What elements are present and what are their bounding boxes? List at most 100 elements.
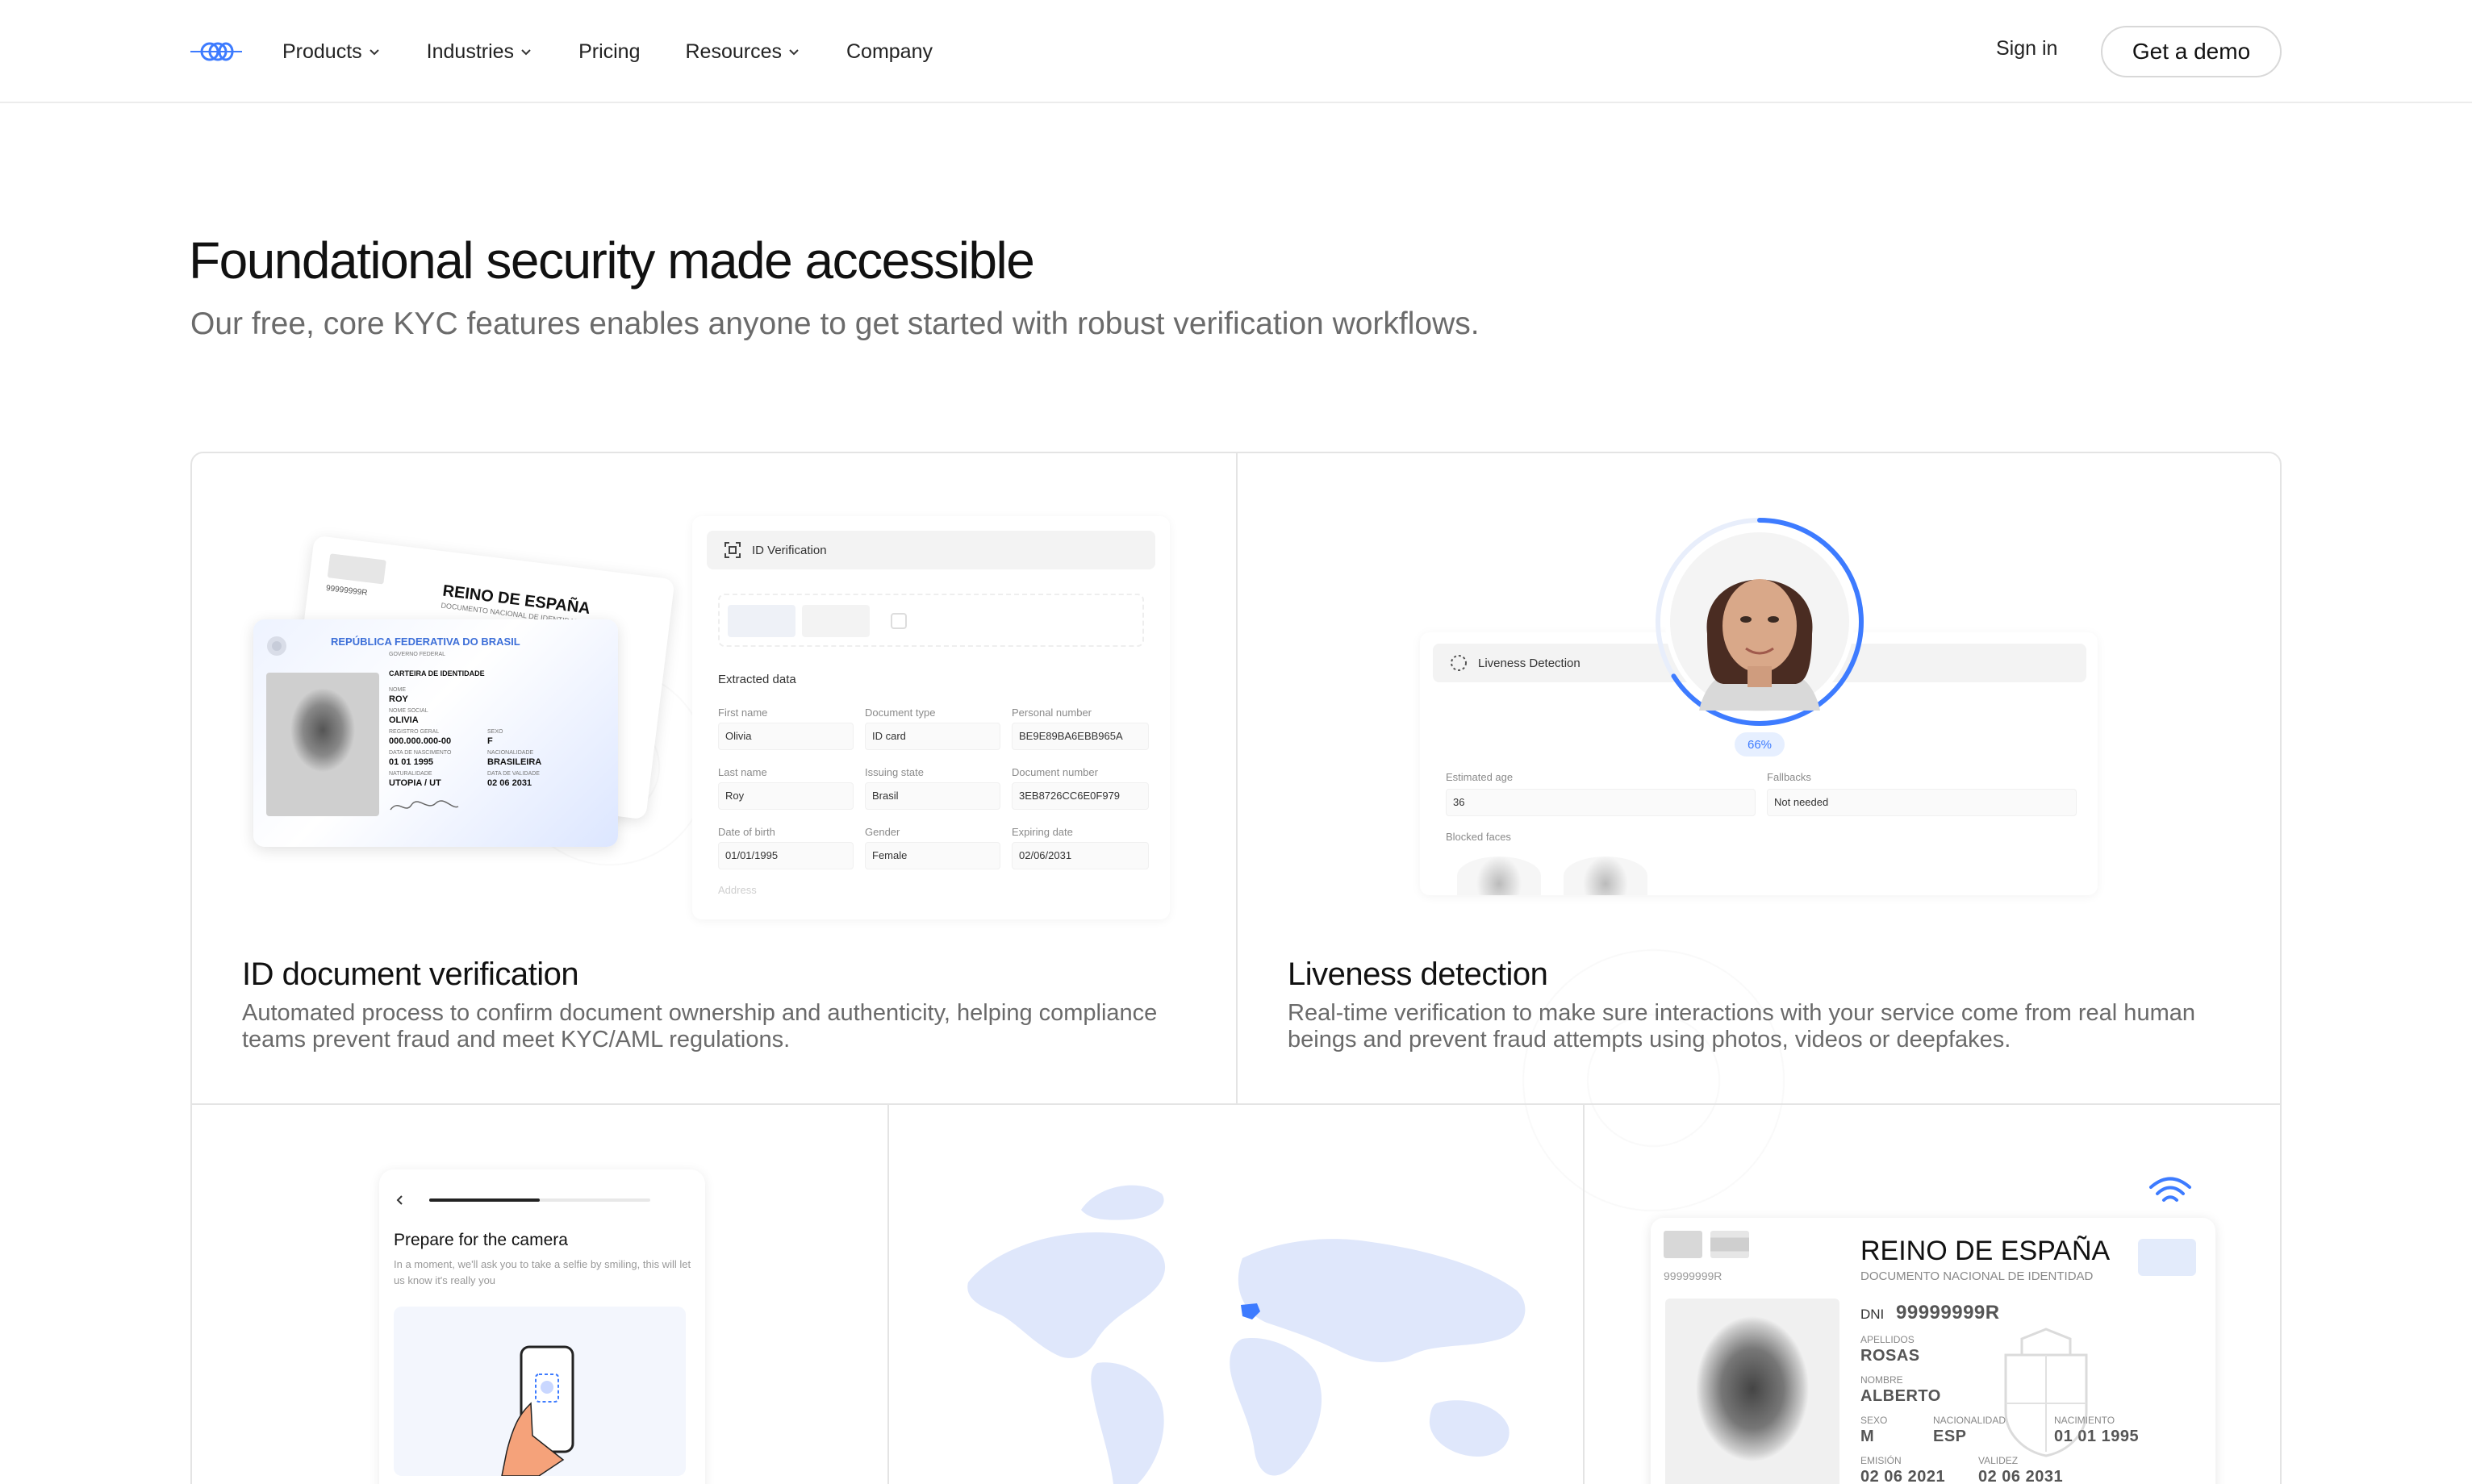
nav-products-label: Products <box>282 40 362 63</box>
estimated-age-label: Estimated age <box>1446 771 1514 783</box>
extracted-data-heading: Extracted data <box>718 673 796 686</box>
document-number-value: 3EB8726CC6E0F979 <box>1012 782 1149 810</box>
liveness-progress-badge: 66% <box>1735 732 1785 757</box>
nombre-label: NOMBRE <box>1860 1374 1903 1386</box>
thumbnail-back[interactable] <box>802 605 870 637</box>
field-value: F <box>487 736 493 746</box>
nav-pricing-label: Pricing <box>578 40 641 63</box>
face-photo <box>1699 579 1820 711</box>
field-label: NOME SOCIAL <box>389 708 428 714</box>
card-number: 99999999R <box>1664 1269 1722 1282</box>
field-label: DATA DE NASCIMENTO <box>389 750 452 756</box>
spain-dni-card: 99999999R REINO DE ESPAÑA DOCUMENTO NACI… <box>1651 1218 2215 1484</box>
sexo-value: M <box>1860 1428 1875 1445</box>
nav-pricing[interactable]: Pricing <box>578 40 640 64</box>
phone-hand-icon <box>501 1345 574 1476</box>
coat-of-arms-icon <box>2004 1328 2088 1457</box>
brazil-id-card: REPÚBLICA FEDERATIVA DO BRASIL GOVERNO F… <box>253 619 618 847</box>
nav-products[interactable]: Products <box>282 40 382 64</box>
emision-label: EMISIÓN <box>1860 1455 1902 1466</box>
blocked-face-thumbnail[interactable] <box>1564 857 1647 895</box>
nombre-value: ALBERTO <box>1860 1387 1941 1405</box>
panel-header: ID Verification <box>707 531 1155 569</box>
card-gov: GOVERNO FEDERAL <box>389 652 446 657</box>
nav-resources[interactable]: Resources <box>685 40 801 64</box>
last-name-label: Last name <box>718 766 767 778</box>
card-country: REINO DE ESPAÑA <box>1860 1236 2111 1266</box>
nfc-signal-icon <box>2149 1177 2191 1202</box>
card-number: 99999999R <box>325 583 369 598</box>
dni-label: DNI <box>1860 1307 1885 1322</box>
grid-divider <box>1583 1105 1585 1484</box>
blocked-face-thumbnail[interactable] <box>1457 857 1541 895</box>
grid-divider <box>887 1105 889 1484</box>
document-type-value: ID card <box>865 723 1000 750</box>
loading-spinner-icon <box>1451 655 1467 671</box>
chevron-down-icon <box>789 49 799 56</box>
estimated-age-value: 36 <box>1446 789 1756 816</box>
portrait-photo <box>1665 1298 1839 1484</box>
grid-divider <box>192 1103 2280 1105</box>
panel-title: Liveness Detection <box>1478 656 1580 670</box>
nav-industries[interactable]: Industries <box>427 40 533 64</box>
document-type-label: Document type <box>865 707 936 719</box>
field-label: NOME <box>389 687 406 693</box>
dni-value: 99999999R <box>1896 1302 2000 1324</box>
map-landmass <box>967 1185 1526 1484</box>
sign-in-link[interactable]: Sign in <box>1996 37 2057 60</box>
nav-industries-label: Industries <box>426 40 515 63</box>
main-nav: Products Industries Pricing Resources Co… <box>282 0 978 103</box>
personal-number-value: BE9E89BA6EBB965A <box>1012 723 1149 750</box>
first-name-label: First name <box>718 707 768 719</box>
logo-icon[interactable] <box>190 40 242 63</box>
field-label: DATA DE VALIDADE <box>487 771 540 777</box>
back-arrow-icon[interactable] <box>394 1194 407 1207</box>
document-number-label: Document number <box>1012 766 1098 778</box>
validez-value: 02 06 2031 <box>1978 1468 2064 1484</box>
step-progress-fill <box>429 1198 540 1202</box>
card-country: REPÚBLICA FEDERATIVA DO BRASIL <box>331 636 520 648</box>
id-doc-description: Automated process to confirm document ow… <box>242 1000 1158 1053</box>
thumbnail-front[interactable] <box>728 605 795 637</box>
nav-resources-label: Resources <box>685 40 782 63</box>
portrait-photo <box>266 673 379 816</box>
first-name-value: Olivia <box>718 723 854 750</box>
expiring-date-label: Expiring date <box>1012 826 1073 838</box>
panel-title: ID Verification <box>752 543 827 557</box>
spain-flag <box>1710 1231 1749 1258</box>
field-value: UTOPIA / UT <box>389 778 441 788</box>
dob-value: 01/01/1995 <box>718 842 854 869</box>
get-demo-button[interactable]: Get a demo <box>2101 26 2282 77</box>
signature-icon <box>390 800 459 811</box>
personal-number-label: Personal number <box>1012 707 1092 719</box>
hero-subtitle: Our free, core KYC features enables anyo… <box>190 306 1480 341</box>
nav-company-label: Company <box>846 40 933 63</box>
gender-label: Gender <box>865 826 900 838</box>
address-label: Address <box>718 884 757 896</box>
liveness-face-ring <box>1651 513 1869 731</box>
dob-label: Date of birth <box>718 826 775 838</box>
card-type: CARTEIRA DE IDENTIDADE <box>389 669 485 677</box>
nav-company[interactable]: Company <box>846 40 933 64</box>
field-label: SEXO <box>487 729 503 735</box>
field-value: 02 06 2031 <box>487 778 532 788</box>
document-thumbnails <box>718 594 1144 647</box>
field-label: NACIONALIDADE <box>487 750 534 756</box>
field-label: REGISTRO GERAL <box>389 729 440 735</box>
step-progress-bar <box>429 1198 650 1202</box>
selfie-description: In a moment, we'll ask you to take a sel… <box>394 1258 691 1286</box>
scan-icon <box>724 542 741 558</box>
chevron-down-icon <box>369 49 379 56</box>
selfie-title: Prepare for the camera <box>394 1231 568 1249</box>
blocked-faces-label: Blocked faces <box>1446 831 1511 843</box>
site-header: Products Industries Pricing Resources Co… <box>0 0 2472 103</box>
field-value: 000.000.000-00 <box>389 736 452 746</box>
issuing-state-value: Brasil <box>865 782 1000 810</box>
hero-title: Foundational security made accessible <box>189 231 1035 290</box>
selfie-phone-mockup: Prepare for the camera In a moment, we'l… <box>379 1169 705 1484</box>
field-value: OLIVIA <box>389 715 419 725</box>
chip-icon <box>2138 1239 2196 1276</box>
add-thumbnail-icon[interactable] <box>891 613 907 629</box>
selfie-illustration <box>394 1307 686 1476</box>
id-verification-panel: ID Verification Extracted data First nam… <box>692 516 1170 919</box>
